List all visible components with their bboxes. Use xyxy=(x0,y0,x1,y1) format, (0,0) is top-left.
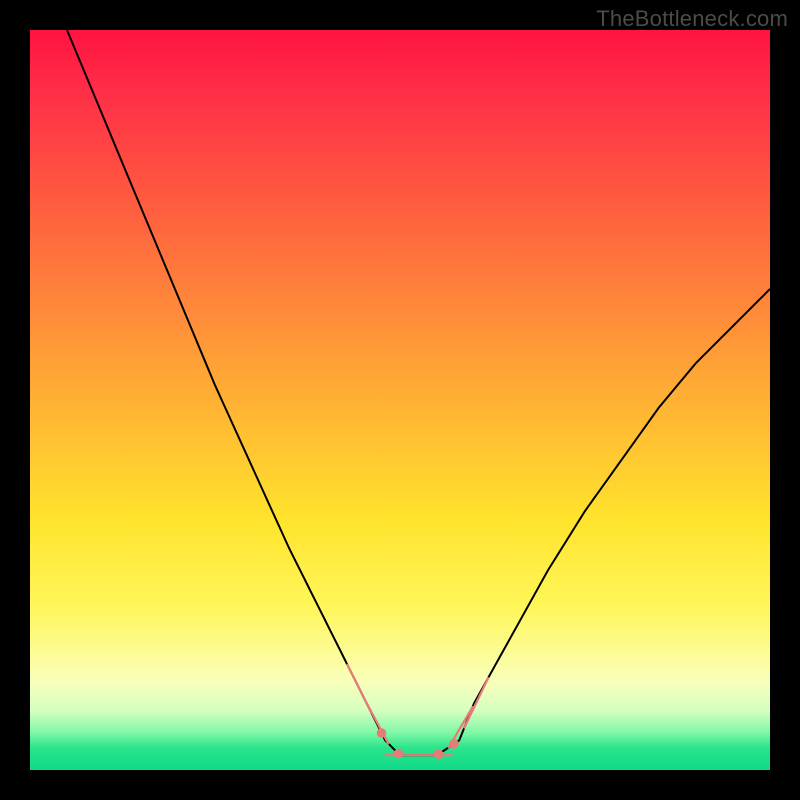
plot-area xyxy=(30,30,770,770)
chart-frame: TheBottleneck.com xyxy=(0,0,800,800)
bottleneck-curve xyxy=(67,30,770,755)
curve-overlay xyxy=(30,30,770,770)
watermark-text: TheBottleneck.com xyxy=(596,6,788,32)
optimal-band xyxy=(348,665,489,759)
